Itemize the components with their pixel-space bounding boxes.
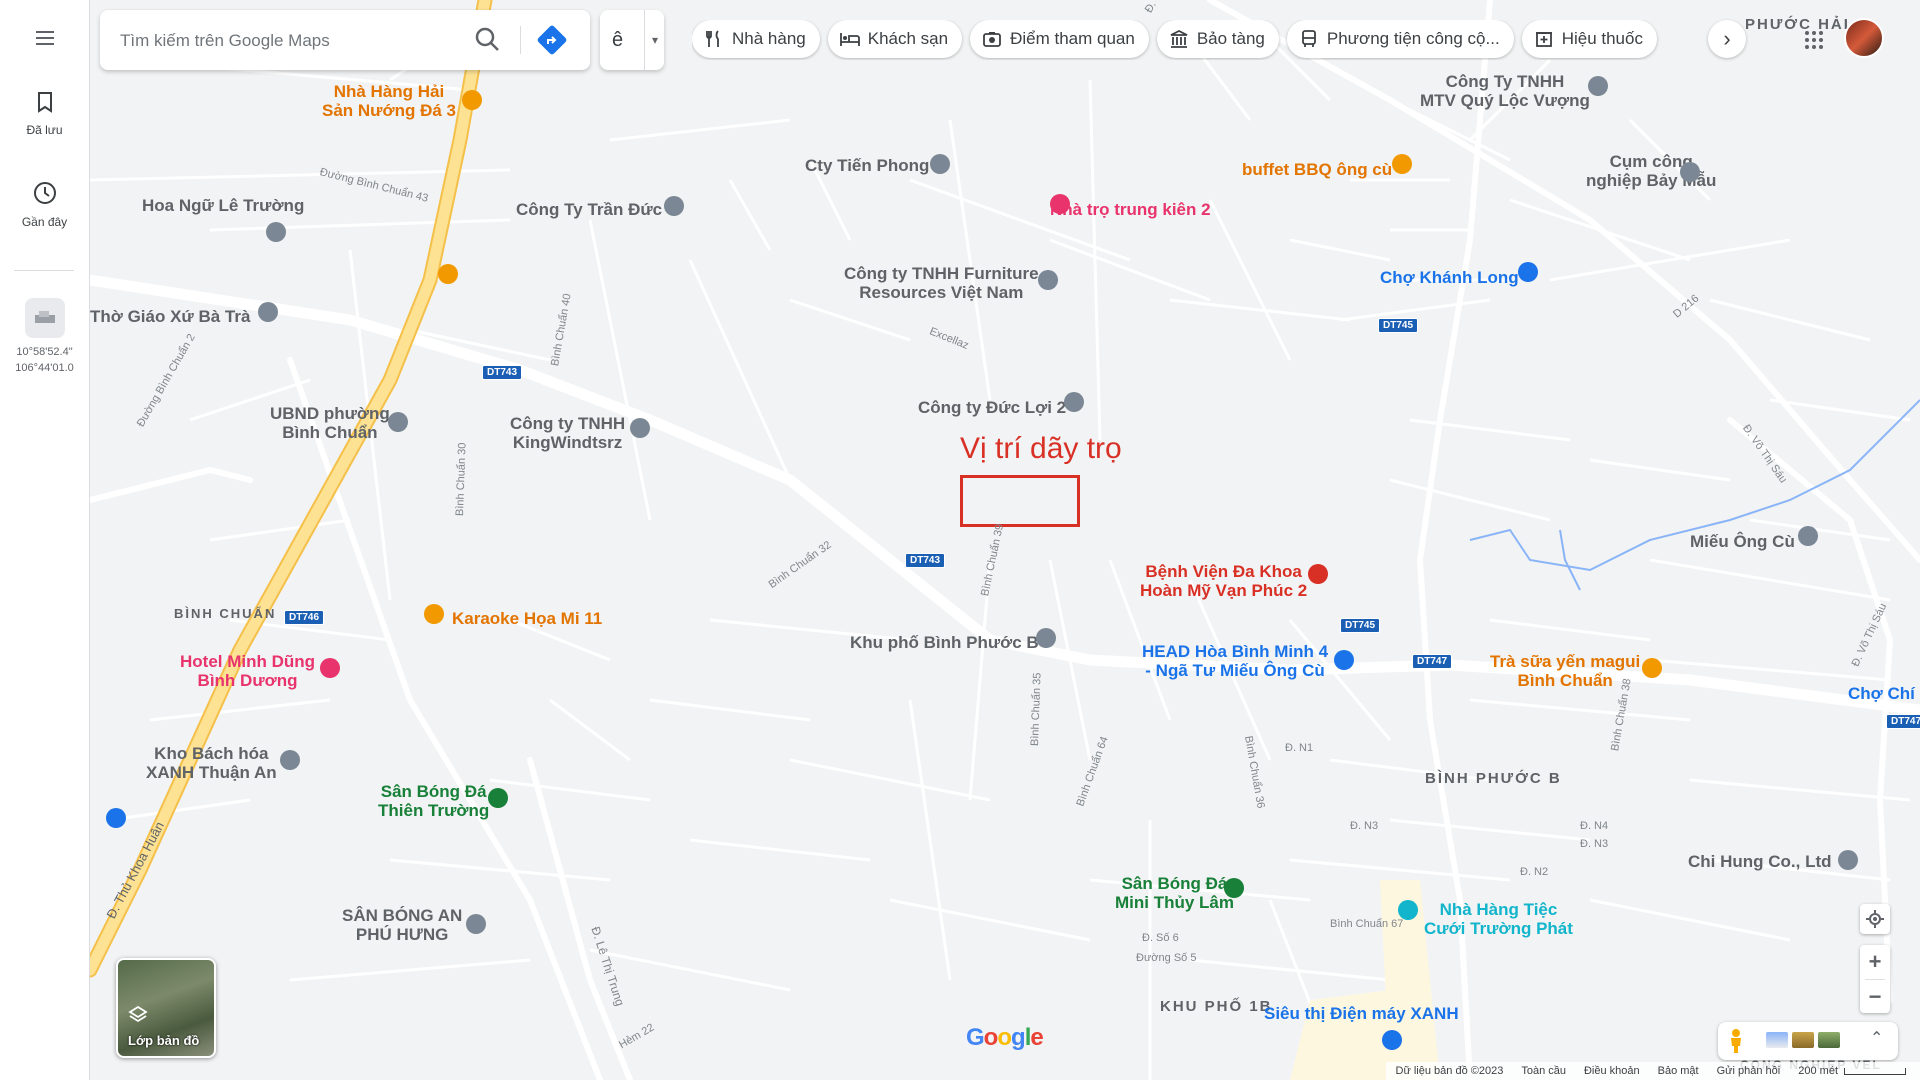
rail-divider xyxy=(14,270,74,271)
layers-icon xyxy=(128,1006,148,1023)
directions-button[interactable] xyxy=(536,24,568,56)
map-footer: Dữ liệu bản đồ ©2023 Toàn cầu Điều khoản… xyxy=(1385,1062,1920,1080)
bed-icon xyxy=(839,29,860,49)
input-tools-label: ê xyxy=(612,28,624,51)
chip-label: Hiệu thuốc xyxy=(1561,29,1643,48)
fork-knife-icon xyxy=(704,29,724,49)
pharmacy-icon xyxy=(1534,29,1554,49)
input-tools-button[interactable]: ê ▾ xyxy=(600,10,664,70)
search-icon xyxy=(475,27,499,51)
map-thumbnail-icon xyxy=(24,298,65,338)
imagery-thumb[interactable] xyxy=(1818,1032,1840,1048)
search-input[interactable] xyxy=(118,22,462,60)
museum-icon xyxy=(1169,29,1189,49)
my-location-button[interactable] xyxy=(1860,904,1890,934)
chip-label: Khách sạn xyxy=(867,29,949,48)
google-logo: Google xyxy=(966,1024,1044,1051)
scale-label: 200 mét xyxy=(1798,1065,1838,1077)
left-rail: Đã lưu Gần đây 10°58'52.4" 106°44'01.0 xyxy=(0,0,90,1080)
chip-label: Điểm tham quan xyxy=(1010,29,1135,48)
map-canvas[interactable]: Vị trí dãy trọ BÌNH CHUẨN BÌNH PHƯỚC B K… xyxy=(90,0,1920,1080)
bus-icon xyxy=(1299,29,1319,49)
chip-attractions[interactable]: Điểm tham quan xyxy=(970,20,1149,58)
privacy-link[interactable]: Bảo mật xyxy=(1658,1065,1699,1077)
camera-icon xyxy=(982,29,1002,49)
scale-indicator[interactable]: 200 mét xyxy=(1798,1065,1906,1077)
chevron-up-icon[interactable]: ⌃ xyxy=(1870,1028,1883,1048)
imagery-thumb[interactable] xyxy=(1792,1032,1814,1048)
search-button[interactable] xyxy=(472,24,504,56)
coord-lat: 10°58'52.4" xyxy=(16,346,73,358)
pegman-icon[interactable] xyxy=(1728,1028,1744,1059)
recent-label: Gần đây xyxy=(21,215,68,229)
chip-label: Phương tiện công cộ... xyxy=(1326,29,1500,48)
poi-markers xyxy=(106,76,1858,1050)
map-data-attribution: Dữ liệu bản đồ ©2023 xyxy=(1395,1065,1504,1077)
terms-link[interactable]: Điều khoản xyxy=(1584,1065,1640,1077)
coord-lng: 106°44'01.0 xyxy=(15,362,74,374)
search-divider xyxy=(520,26,521,54)
recent-button[interactable]: Gần đây xyxy=(0,180,89,229)
layers-button[interactable]: Lớp bản đồ xyxy=(116,958,216,1058)
zoom-out-button[interactable]: − xyxy=(1860,980,1890,1014)
chip-label: Nhà hàng xyxy=(732,29,806,48)
map-pin-icon xyxy=(106,76,1858,1050)
chips-next-button[interactable]: › xyxy=(1708,20,1746,58)
chip-museums[interactable]: Bảo tàng xyxy=(1156,20,1279,58)
bookmark-icon xyxy=(37,92,52,113)
menu-button[interactable] xyxy=(0,26,89,55)
account-avatar[interactable] xyxy=(1844,18,1884,58)
zoom-in-button[interactable]: + xyxy=(1860,945,1890,979)
scale-bar xyxy=(1844,1067,1906,1075)
layers-label: Lớp bản đồ xyxy=(128,1033,200,1048)
zoom-control: + − xyxy=(1860,945,1890,1013)
category-chips: Nhà hàng Khách sạn Điểm tham quan Bảo tà… xyxy=(692,20,1744,60)
minus-icon: − xyxy=(1868,984,1882,1009)
imagery-strip: ⌃ xyxy=(1718,1022,1898,1060)
chip-hotels[interactable]: Khách sạn xyxy=(827,20,963,58)
imagery-thumb[interactable] xyxy=(1766,1032,1788,1048)
feedback-link[interactable]: Gửi phản hồi xyxy=(1717,1065,1781,1077)
chip-label: Bảo tàng xyxy=(1196,29,1265,48)
my-location-icon xyxy=(1866,910,1884,928)
chip-transit[interactable]: Phương tiện công cộ... xyxy=(1286,20,1514,58)
chip-pharmacies[interactable]: Hiệu thuốc xyxy=(1521,20,1657,58)
global-link[interactable]: Toàn cầu xyxy=(1521,1065,1566,1077)
directions-icon xyxy=(537,25,567,55)
recent-coords-card[interactable]: 10°58'52.4" 106°44'01.0 xyxy=(0,298,89,376)
saved-button[interactable]: Đã lưu xyxy=(0,90,89,137)
chevron-down-icon[interactable]: ▾ xyxy=(644,10,665,70)
hamburger-menu-icon xyxy=(35,31,54,45)
saved-label: Đã lưu xyxy=(26,123,63,137)
apps-grid-icon xyxy=(1805,31,1823,49)
plus-icon: + xyxy=(1868,949,1882,974)
history-icon xyxy=(33,182,56,204)
search-box xyxy=(100,10,590,70)
chevron-right-icon: › xyxy=(1723,26,1731,51)
chip-restaurants[interactable]: Nhà hàng xyxy=(692,20,820,58)
google-apps-button[interactable] xyxy=(1796,22,1832,58)
